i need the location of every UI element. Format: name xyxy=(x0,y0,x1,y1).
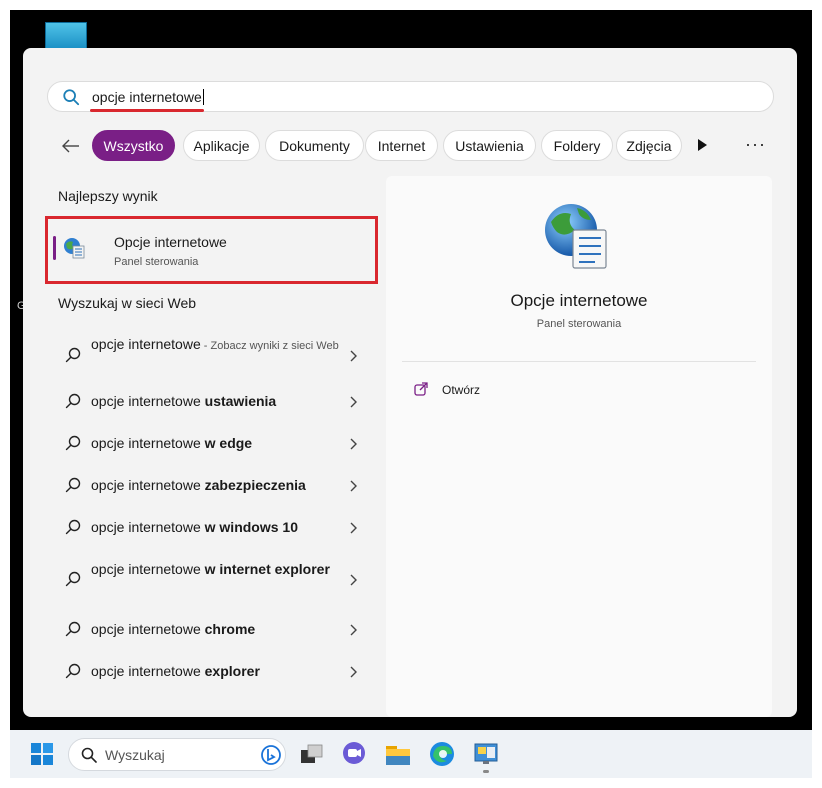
search-icon xyxy=(63,89,80,106)
chevron-right-icon[interactable] xyxy=(348,623,358,636)
task-view-icon[interactable] xyxy=(298,740,326,768)
web-search-text: opcje internetowe w edge xyxy=(91,433,341,455)
web-search-text: opcje internetowe ustawienia xyxy=(91,391,341,413)
chevron-right-icon[interactable] xyxy=(348,521,358,534)
suggestion-text: chrome xyxy=(204,621,256,637)
query-text: opcje internetowe xyxy=(91,561,205,577)
chevron-right-icon[interactable] xyxy=(348,479,358,492)
search-icon xyxy=(65,621,81,637)
web-search-text: opcje internetowe w windows 10 xyxy=(91,517,341,539)
query-text: opcje internetowe xyxy=(91,393,205,409)
web-search-text: opcje internetowe zabezpieczenia xyxy=(91,475,341,497)
suggestion-text: w internet explorer xyxy=(204,561,330,577)
chat-icon[interactable] xyxy=(340,740,368,768)
details-subtitle: Panel sterowania xyxy=(536,318,622,330)
search-icon xyxy=(65,571,81,587)
web-search-item[interactable]: opcje internetowe ustawienia xyxy=(53,391,365,411)
search-icon xyxy=(65,477,81,493)
web-search-text: opcje internetowe explorer xyxy=(91,661,341,683)
filter-chip[interactable]: Ustawienia xyxy=(443,130,536,161)
filter-chip[interactable]: Zdjęcia xyxy=(616,130,682,161)
search-query: opcje internetowe xyxy=(92,89,202,105)
search-icon xyxy=(65,663,81,679)
taskbar-search-placeholder: Wyszukaj xyxy=(105,747,165,763)
web-search-text: opcje internetowe chrome xyxy=(91,619,341,641)
file-explorer-icon[interactable] xyxy=(384,740,412,768)
filter-chip[interactable]: Wszystko xyxy=(92,130,175,161)
details-title: Opcje internetowe xyxy=(510,291,648,310)
best-match-heading: Najlepszy wynik xyxy=(58,188,158,204)
web-search-item[interactable]: opcje internetowe w edge xyxy=(53,433,365,453)
control-panel-icon[interactable] xyxy=(472,740,500,768)
search-box[interactable]: opcje internetowe xyxy=(47,81,774,112)
query-text: opcje internetowe xyxy=(91,621,205,637)
search-input[interactable]: opcje internetowe xyxy=(92,89,204,105)
query-text: opcje internetowe xyxy=(91,477,205,493)
taskbar: Wyszukaj xyxy=(10,730,812,778)
start-search-panel: opcje internetowe Wszystko Aplikacje Dokum… xyxy=(23,48,797,717)
search-icon xyxy=(65,519,81,535)
filter-chip[interactable]: Internet xyxy=(365,130,438,161)
suggestion-text: explorer xyxy=(204,663,260,679)
best-match-subtitle: Panel sterowania xyxy=(114,256,199,268)
bing-icon[interactable] xyxy=(260,742,282,766)
web-search-item[interactable]: opcje internetowe w windows 10 xyxy=(53,517,365,537)
search-icon xyxy=(65,435,81,451)
open-external-icon[interactable] xyxy=(414,382,428,396)
chevron-right-icon[interactable] xyxy=(348,665,358,678)
best-match-result[interactable]: Opcje internetowe Panel sterowania xyxy=(45,216,378,284)
text-caret xyxy=(202,89,204,105)
chevron-right-icon[interactable] xyxy=(348,437,358,450)
filter-chip[interactable]: Aplikacje xyxy=(183,130,260,161)
best-match-title: Opcje internetowe xyxy=(114,234,227,250)
search-icon xyxy=(65,347,81,363)
suggestion-text: zabezpieczenia xyxy=(204,477,306,493)
chevron-right-icon[interactable] xyxy=(348,573,358,586)
suggestion-text: w edge xyxy=(204,435,253,451)
query-text: opcje internetowe xyxy=(91,435,205,451)
web-search-item[interactable]: opcje internetowe zabezpieczenia xyxy=(53,475,365,495)
desktop-shortcut-icon[interactable] xyxy=(45,22,87,50)
chevron-right-icon[interactable] xyxy=(348,349,358,362)
query-text: opcje internetowe xyxy=(91,336,201,352)
web-search-item[interactable]: opcje internetowe chrome xyxy=(53,619,365,639)
search-icon xyxy=(65,393,81,409)
web-search-heading: Wyszukaj w sieci Web xyxy=(58,295,197,311)
internet-options-icon xyxy=(64,238,85,259)
scroll-filters-right-icon[interactable] xyxy=(695,138,709,152)
suggestion-text: ustawienia xyxy=(204,393,277,409)
web-search-text: opcje internetowe - Zobacz wyniki z siec… xyxy=(91,334,341,356)
web-search-item[interactable]: opcje internetowe w internet explorer xyxy=(53,559,365,599)
details-pane: Opcje internetowe Panel sterowania Otwór… xyxy=(386,176,772,717)
chevron-right-icon[interactable] xyxy=(348,395,358,408)
details-divider xyxy=(402,361,756,362)
windows-start-icon[interactable] xyxy=(30,742,54,766)
back-arrow-icon[interactable] xyxy=(61,136,81,156)
web-search-text: opcje internetowe w internet explorer xyxy=(91,559,341,581)
edge-icon[interactable] xyxy=(428,740,456,768)
more-options-icon[interactable]: ··· xyxy=(745,134,766,155)
active-app-indicator xyxy=(483,770,489,773)
selection-indicator xyxy=(53,236,56,260)
query-highlight-underline xyxy=(90,109,204,112)
taskbar-search[interactable]: Wyszukaj xyxy=(68,738,286,771)
filter-chip[interactable]: Dokumenty xyxy=(265,130,364,161)
open-action[interactable]: Otwórz xyxy=(442,383,480,397)
web-search-item[interactable]: opcje internetowe - Zobacz wyniki z siec… xyxy=(53,334,365,376)
search-icon xyxy=(81,747,97,763)
internet-options-large-icon xyxy=(545,204,607,269)
suggestion-text: w windows 10 xyxy=(204,519,298,535)
query-text: opcje internetowe xyxy=(91,519,205,535)
web-hint-text: - Zobacz wyniki z sieci Web xyxy=(200,340,339,352)
query-text: opcje internetowe xyxy=(91,663,205,679)
web-search-item[interactable]: opcje internetowe explorer xyxy=(53,661,365,681)
filter-chip[interactable]: Foldery xyxy=(541,130,613,161)
